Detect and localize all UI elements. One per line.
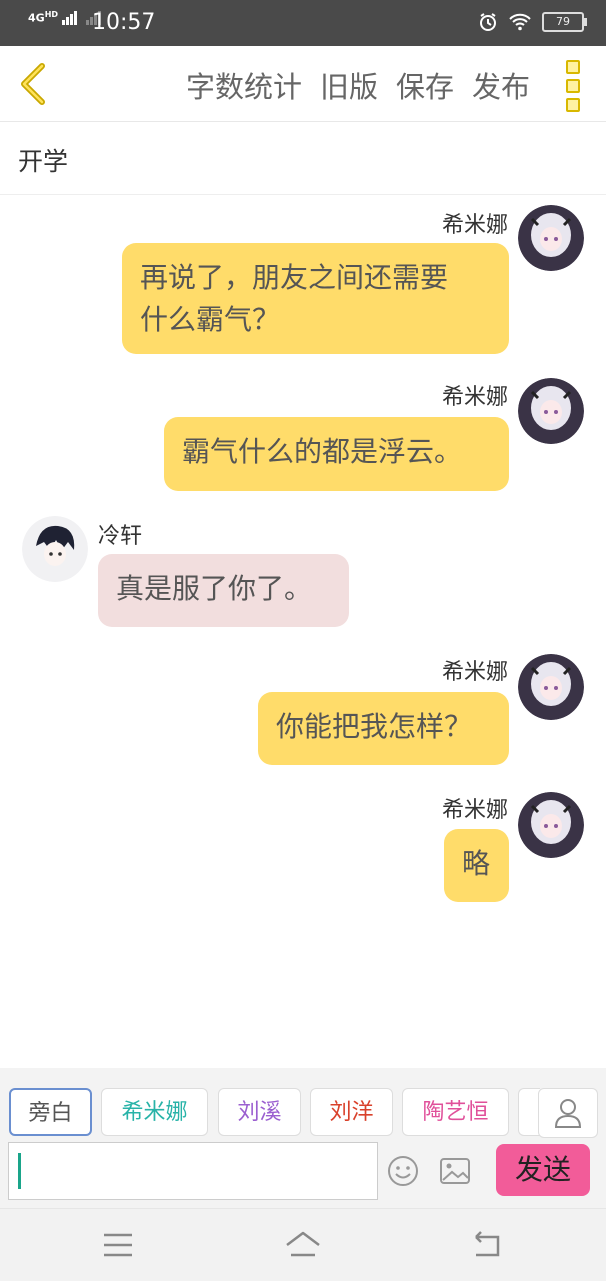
- image-icon[interactable]: [438, 1154, 472, 1188]
- message-bubble[interactable]: 再说了，朋友之间还需要 什么霸气？: [122, 243, 509, 354]
- save-button[interactable]: 保存: [396, 64, 454, 106]
- composer-panel: 旁白 希米娜 刘溪 刘洋 陶艺恒 发送: [0, 1068, 606, 1208]
- user-icon: [554, 1099, 582, 1128]
- character-label: 希米娜: [121, 1100, 188, 1125]
- battery-icon: 79: [542, 12, 587, 32]
- character-label: 刘溪: [237, 1100, 282, 1125]
- message-bubble[interactable]: 真是服了你了。: [98, 554, 349, 627]
- avatar[interactable]: [518, 205, 584, 271]
- alarm-icon: [480, 13, 496, 31]
- menu-icon[interactable]: [98, 1227, 138, 1263]
- character-chip[interactable]: 陶艺恒: [402, 1088, 509, 1136]
- character-chip[interactable]: 旁白: [9, 1088, 92, 1136]
- character-label: 陶艺恒: [422, 1100, 489, 1125]
- status-bar: 4GHD 10:57 79: [0, 0, 606, 46]
- message-bubble[interactable]: 你能把我怎样？: [258, 692, 509, 765]
- sender-name: 希米娜: [441, 385, 508, 410]
- character-chip[interactable]: 希米娜: [101, 1088, 208, 1136]
- message-line: 什么霸气？: [140, 303, 281, 336]
- message-bubble[interactable]: 略: [444, 829, 509, 902]
- network-badge: HD: [44, 10, 59, 19]
- system-nav-bar: [0, 1208, 606, 1281]
- send-button[interactable]: 发送: [496, 1144, 590, 1196]
- publish-button[interactable]: 发布: [472, 64, 530, 106]
- character-label: 旁白: [28, 1101, 73, 1126]
- clock: 10:57: [92, 10, 156, 35]
- word-count-button[interactable]: 字数统计: [186, 64, 302, 106]
- character-label: 刘洋: [329, 1100, 374, 1125]
- home-icon[interactable]: [283, 1227, 323, 1263]
- character-chip[interactable]: 刘溪: [218, 1088, 301, 1136]
- text-cursor: [18, 1153, 21, 1189]
- message-bubble[interactable]: 霸气什么的都是浮云。: [164, 417, 509, 491]
- avatar[interactable]: [518, 378, 584, 444]
- chat-area: 希米娜 再说了，朋友之间还需要 什么霸气？ 希米娜 霸气什么的都是浮云。 冷轩 …: [0, 195, 606, 1068]
- message-line: 真是服了你了。: [116, 572, 313, 605]
- avatar[interactable]: [22, 516, 88, 582]
- sender-name: 冷轩: [98, 524, 143, 549]
- message-line: 霸气什么的都是浮云。: [182, 435, 463, 468]
- old-version-button[interactable]: 旧版: [320, 64, 378, 106]
- avatar[interactable]: [518, 654, 584, 720]
- avatar[interactable]: [518, 792, 584, 858]
- story-title: 开学: [18, 147, 69, 176]
- message-line: 你能把我怎样？: [276, 710, 473, 743]
- back-arrow-icon[interactable]: [14, 62, 54, 106]
- message-line: 略: [462, 847, 491, 880]
- story-title-bar[interactable]: 开学: [0, 122, 606, 195]
- emoji-icon[interactable]: [386, 1154, 420, 1188]
- top-toolbar: 字数统计 旧版 保存 发布: [0, 46, 606, 122]
- wifi-icon: [509, 13, 531, 31]
- sender-name: 希米娜: [441, 660, 508, 685]
- network-type: 4G: [28, 11, 45, 25]
- message-input[interactable]: [8, 1142, 378, 1200]
- message-line: 再说了，朋友之间还需要: [140, 261, 449, 294]
- sender-name: 希米娜: [441, 213, 508, 238]
- back-icon[interactable]: [468, 1227, 508, 1263]
- more-menu-icon[interactable]: [566, 60, 580, 112]
- battery-level: 79: [556, 15, 570, 28]
- character-chip-partial[interactable]: [518, 1088, 540, 1136]
- character-chip[interactable]: 刘洋: [310, 1088, 393, 1136]
- signal-indicator: 4GHD: [28, 10, 102, 25]
- sender-name: 希米娜: [441, 798, 508, 823]
- add-character-button[interactable]: [538, 1088, 598, 1138]
